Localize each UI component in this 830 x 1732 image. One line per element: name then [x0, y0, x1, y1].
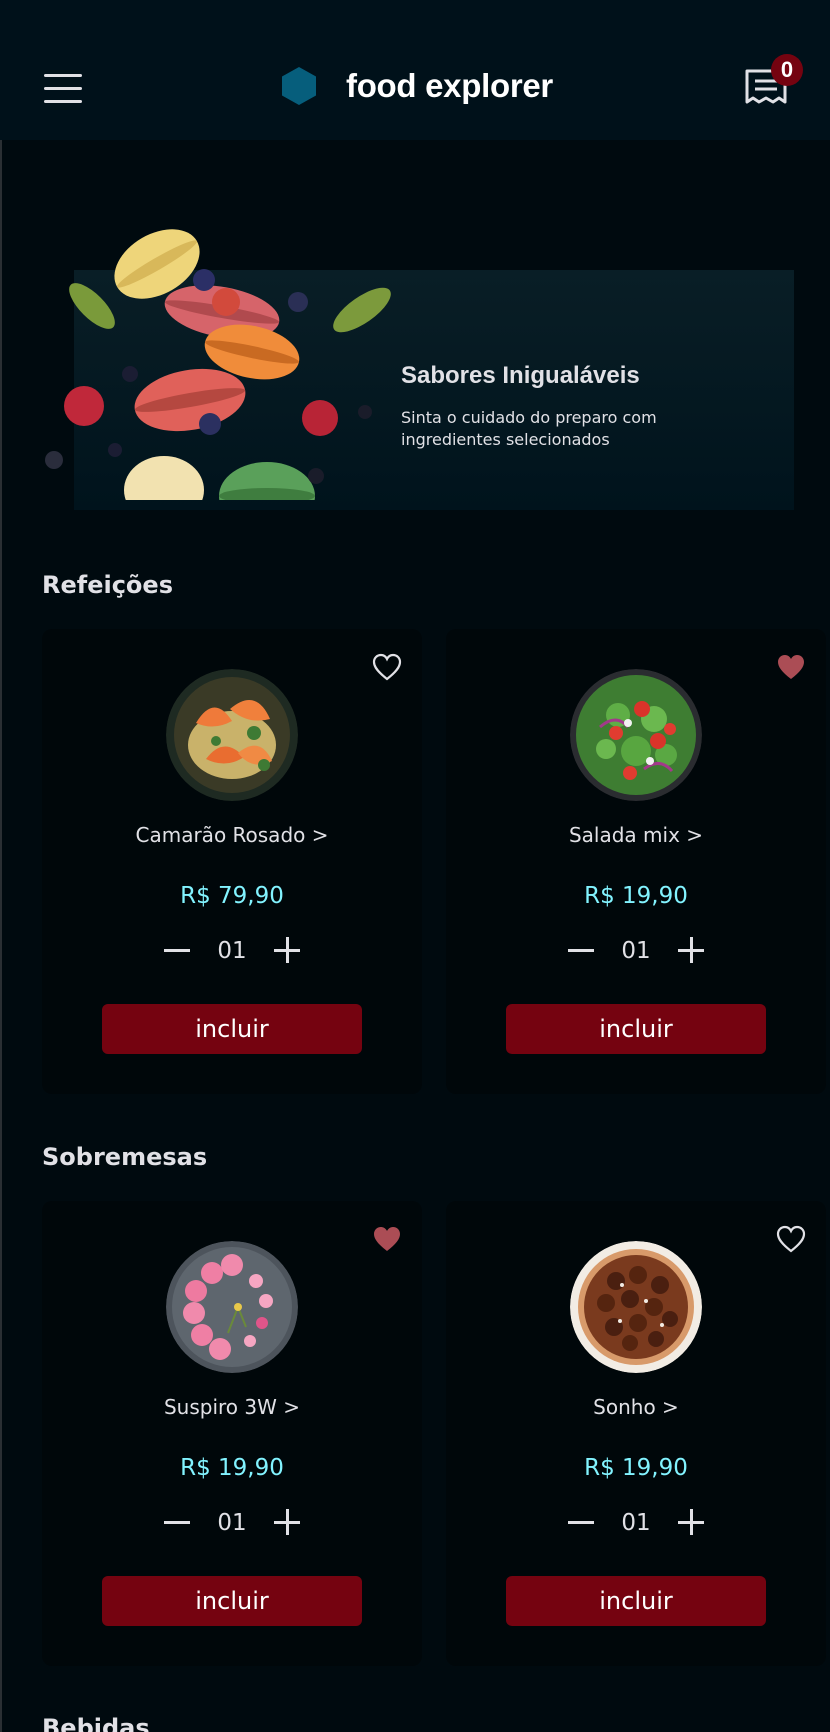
plus-icon[interactable] [274, 937, 300, 963]
quantity-stepper: 01 [568, 931, 704, 971]
dish-name[interactable]: Salada mix > [446, 823, 826, 847]
minus-icon[interactable] [164, 1521, 190, 1524]
quantity-stepper: 01 [568, 1503, 704, 1543]
app-header: food explorer 0 [0, 0, 830, 140]
minus-icon[interactable] [568, 1521, 594, 1524]
section-title-drinks: Bebidas [42, 1714, 150, 1732]
include-button[interactable]: incluir [506, 1576, 766, 1626]
heart-outline-icon[interactable] [372, 653, 402, 681]
section-title-meals: Refeições [42, 571, 173, 599]
minus-icon[interactable] [164, 949, 190, 952]
plus-icon[interactable] [678, 937, 704, 963]
include-button[interactable]: incluir [102, 1576, 362, 1626]
salad-image[interactable] [570, 669, 702, 801]
include-button[interactable]: incluir [102, 1004, 362, 1054]
macarons-plate-image[interactable] [166, 1241, 298, 1373]
dish-card-salada-mix: Salada mix > R$ 19,90 01 incluir [446, 629, 826, 1094]
quantity-stepper: 01 [164, 931, 300, 971]
tart-image[interactable] [570, 1241, 702, 1373]
menu-icon[interactable] [44, 74, 82, 104]
dish-price: R$ 79,90 [180, 883, 284, 909]
quantity-value: 01 [621, 1510, 651, 1536]
hexagon-logo-icon [282, 67, 316, 105]
dish-name[interactable]: Sonho > [446, 1395, 826, 1419]
quantity-value: 01 [217, 1510, 247, 1536]
dish-price: R$ 19,90 [584, 1455, 688, 1481]
dish-name[interactable]: Suspiro 3W > [42, 1395, 422, 1419]
dish-card-sonho: Sonho > R$ 19,90 01 incluir [446, 1201, 826, 1666]
brand-name: food explorer [346, 67, 553, 104]
heart-outline-icon[interactable] [776, 1225, 806, 1253]
banner-title: Sabores Inigualáveis [401, 362, 640, 389]
quantity-value: 01 [621, 938, 651, 964]
minus-icon[interactable] [568, 949, 594, 952]
plus-icon[interactable] [274, 1509, 300, 1535]
include-button[interactable]: incluir [506, 1004, 766, 1054]
dish-card-suspiro-3w: Suspiro 3W > R$ 19,90 01 incluir [42, 1201, 422, 1666]
heart-filled-icon[interactable] [372, 1225, 402, 1253]
brand[interactable]: food explorer [280, 66, 553, 106]
section-title-desserts: Sobremesas [42, 1143, 208, 1171]
window-edge [0, 0, 2, 1732]
banner-subtitle: Sinta o cuidado do preparo com ingredien… [401, 408, 657, 449]
dish-name[interactable]: Camarão Rosado > [42, 823, 422, 847]
cart-count-badge: 0 [771, 54, 803, 86]
dish-card-camarao-rosado: Camarão Rosado > R$ 79,90 01 incluir [42, 629, 422, 1094]
heart-filled-icon[interactable] [776, 653, 806, 681]
quantity-value: 01 [217, 938, 247, 964]
macarons-banner-image [45, 229, 391, 500]
shrimp-pasta-image[interactable] [166, 669, 298, 801]
cart-button[interactable]: 0 [744, 54, 804, 106]
dish-price: R$ 19,90 [180, 1455, 284, 1481]
dish-price: R$ 19,90 [584, 883, 688, 909]
plus-icon[interactable] [678, 1509, 704, 1535]
quantity-stepper: 01 [164, 1503, 300, 1543]
